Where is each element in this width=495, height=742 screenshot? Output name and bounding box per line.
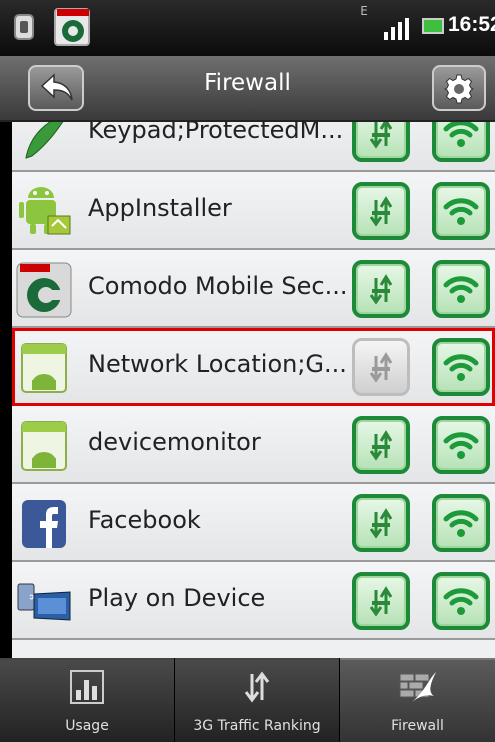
data-transfer-icon [369, 352, 393, 383]
wifi-toggle[interactable] [432, 122, 490, 162]
tab-label: 3G Traffic Ranking [193, 718, 321, 734]
facebook-icon [16, 496, 72, 552]
signal-icon [384, 18, 412, 40]
wifi-toggle[interactable] [432, 338, 490, 396]
wifi-toggle[interactable] [432, 182, 490, 240]
app-row-selected[interactable]: Network Location;G... [12, 328, 495, 406]
app-row[interactable]: devicemonitor [12, 406, 495, 484]
app-name: Network Location;G... [88, 350, 347, 378]
sd-card-icon [14, 14, 34, 40]
mobile-data-toggle[interactable] [352, 572, 410, 630]
app-row[interactable]: Comodo Mobile Sec... [12, 250, 495, 328]
app-row[interactable]: Play on Device [12, 562, 495, 640]
wifi-icon [443, 432, 479, 459]
android-app-icon [16, 418, 72, 474]
data-transfer-icon [369, 430, 393, 461]
data-transfer-icon [369, 586, 393, 617]
mobile-data-toggle[interactable] [352, 338, 410, 396]
app-name: devicemonitor [88, 428, 261, 456]
tab-firewall[interactable]: Firewall [340, 658, 495, 742]
app-name: Facebook [88, 506, 201, 534]
data-transfer-icon [369, 196, 393, 227]
wifi-icon [443, 276, 479, 303]
wifi-icon [443, 198, 479, 225]
app-name: Comodo Mobile Sec... [88, 272, 348, 300]
tab-usage[interactable]: Usage [0, 658, 174, 742]
data-transfer-icon [244, 671, 270, 703]
wifi-icon [443, 588, 479, 615]
network-type-indicator: E [360, 4, 368, 18]
mobile-data-toggle[interactable] [352, 494, 410, 552]
mobile-data-toggle[interactable] [352, 122, 410, 162]
page-title: Firewall [204, 70, 291, 96]
settings-button[interactable] [432, 65, 486, 111]
wifi-toggle[interactable] [432, 494, 490, 552]
wifi-icon [443, 510, 479, 537]
data-transfer-icon [369, 122, 393, 149]
tab-label: Usage [65, 718, 109, 734]
app-name: Keypad;ProtectedM... [88, 122, 344, 144]
wifi-toggle[interactable] [432, 260, 490, 318]
wifi-toggle[interactable] [432, 572, 490, 630]
app-row[interactable]: AppInstaller [12, 172, 495, 250]
wifi-toggle[interactable] [432, 416, 490, 474]
firewall-icon [399, 672, 436, 702]
wifi-icon [443, 122, 479, 147]
mobile-data-toggle[interactable] [352, 260, 410, 318]
android-app-icon [16, 340, 72, 396]
data-transfer-icon [369, 274, 393, 305]
status-bar: E 16:52 [0, 0, 495, 56]
android-installer-icon [16, 184, 72, 240]
mobile-data-toggle[interactable] [352, 416, 410, 474]
play-on-device-icon [16, 574, 72, 630]
app-name: AppInstaller [88, 194, 232, 222]
gear-icon [444, 74, 474, 104]
tab-3g-traffic-ranking[interactable]: 3G Traffic Ranking [175, 658, 339, 742]
status-time: 16:52 [448, 13, 495, 36]
mobile-data-toggle[interactable] [352, 182, 410, 240]
app-row[interactable]: Facebook [12, 484, 495, 562]
bottom-tab-bar: Usage 3G Traffic Ranking Firewall [0, 658, 495, 742]
leaf-icon [16, 122, 72, 162]
title-bar: Firewall [0, 56, 495, 122]
tab-label: Firewall [391, 718, 444, 734]
app-row[interactable]: Keypad;ProtectedM... [12, 122, 495, 172]
app-name: Play on Device [88, 584, 266, 612]
wifi-icon [443, 354, 479, 381]
comodo-icon [16, 262, 72, 318]
comodo-notification-icon [54, 8, 90, 46]
app-list[interactable]: Keypad;ProtectedM... AppInstaller Comodo M… [12, 122, 495, 658]
data-transfer-icon [369, 508, 393, 539]
bar-chart-icon [70, 670, 104, 704]
battery-icon [422, 18, 444, 34]
screen: E 16:52 Firewall Keypad;ProtectedM... App… [0, 0, 495, 742]
